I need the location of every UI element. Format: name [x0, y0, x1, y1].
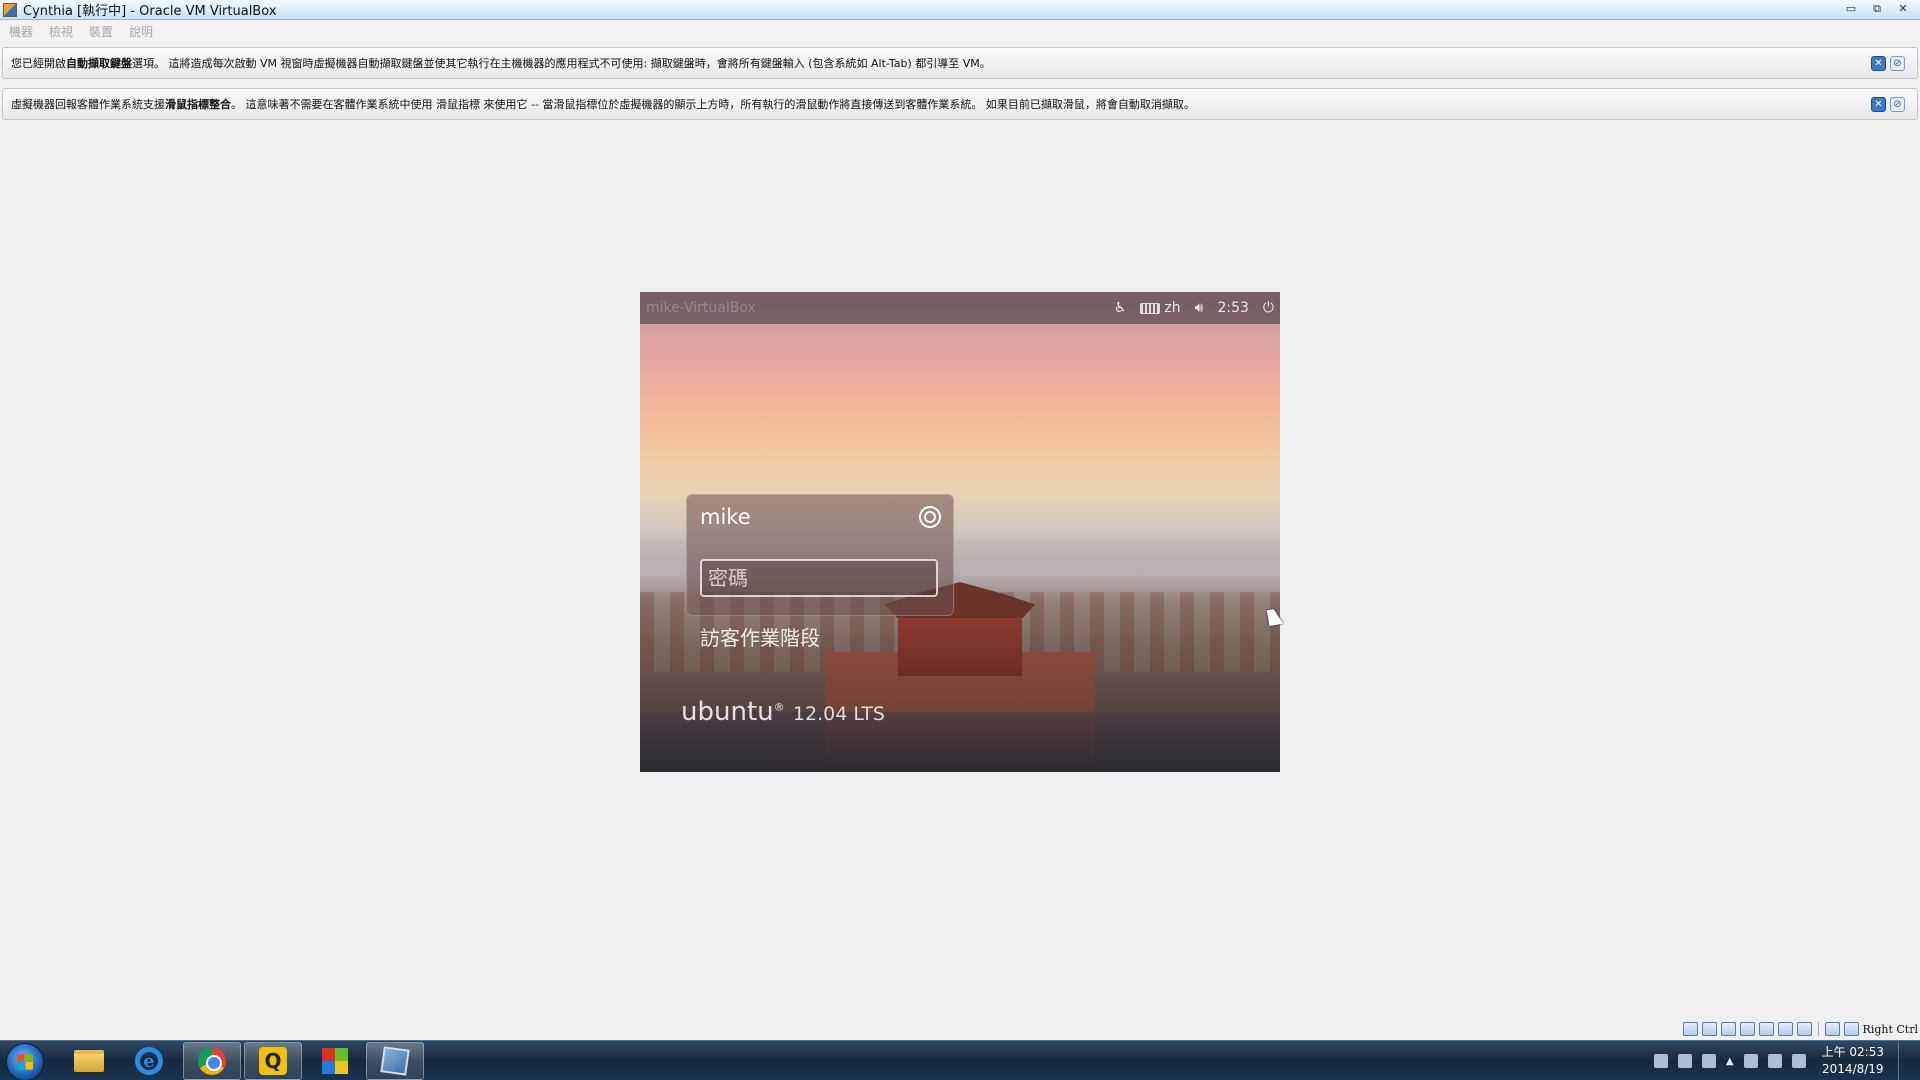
session-gear-icon[interactable] — [919, 506, 941, 528]
internet-explorer-icon: e — [135, 1047, 163, 1075]
notice-text-bold: 自動擷取鍵盤 — [66, 57, 132, 70]
menu-devices[interactable]: 裝置 — [89, 23, 113, 40]
chrome-icon — [198, 1047, 226, 1075]
virtualbox-app-icon — [3, 2, 17, 17]
taskbar-internet-explorer[interactable]: e — [120, 1042, 178, 1080]
tray-network-small-icon[interactable] — [1701, 1054, 1716, 1068]
password-input[interactable] — [700, 559, 938, 597]
close-notice-icon[interactable]: ✕ — [1871, 97, 1886, 112]
close-notice-icon[interactable]: ✕ — [1871, 56, 1886, 71]
menu-view[interactable]: 檢視 — [49, 23, 73, 40]
tray-app-icon[interactable] — [1653, 1054, 1668, 1068]
taskbar-virtualbox[interactable] — [366, 1042, 424, 1080]
start-orb-icon[interactable] — [6, 1043, 44, 1080]
mouse-integration-notice: 虛擬機器回報客體作業系統支援滑鼠指標整合。 這意味著不需要在客體作業系統中使用 … — [2, 88, 1918, 120]
do-not-show-again-icon[interactable]: ⊘ — [1890, 56, 1905, 71]
ubuntu-wordmark: ubuntu — [681, 697, 774, 727]
menu-bar: 機器 檢視 裝置 說明 — [0, 21, 1920, 41]
show-desktop-button[interactable] — [1898, 1042, 1910, 1080]
notice-actions: ✕ ⊘ — [1871, 97, 1905, 112]
hard-disk-icon[interactable] — [1682, 1022, 1698, 1036]
taskbar-office[interactable] — [306, 1042, 364, 1080]
login-box: mike — [686, 494, 954, 616]
network-status-icon[interactable] — [1767, 1054, 1782, 1068]
show-hidden-icons-icon[interactable]: ▲ — [1726, 1056, 1734, 1067]
window-controls: ▭ ⧉ ✕ — [1840, 0, 1914, 17]
speaker-icon[interactable] — [1791, 1054, 1806, 1068]
clock-time: 上午 02:53 — [1821, 1045, 1884, 1059]
host-key-label[interactable]: Right Ctrl — [1863, 1023, 1918, 1036]
restore-button[interactable]: ⧉ — [1866, 0, 1888, 17]
help-icon[interactable] — [1677, 1054, 1692, 1068]
keyboard-icon — [1140, 302, 1161, 314]
vm-indicators: ♿ zh 🔊︎ 2:53 ⏻ — [1114, 292, 1274, 324]
usb-icon[interactable] — [1758, 1022, 1774, 1036]
do-not-show-again-icon[interactable]: ⊘ — [1890, 97, 1905, 112]
registered-mark: ® — [773, 700, 785, 714]
keyboard-capture-icon[interactable] — [1843, 1022, 1859, 1036]
taskbar-explorer[interactable] — [60, 1042, 118, 1080]
notice-text-pre: 虛擬機器回報客體作業系統支援 — [11, 98, 165, 111]
vm-hostname: mike-VirtualBox — [646, 300, 756, 316]
vbox-status-bar: Right Ctrl — [1682, 1019, 1920, 1039]
notice-text-post: 。 這意味著不需要在客體作業系統中使用 滑鼠指標 來使用它 -- 當滑鼠指標位於… — [231, 98, 1195, 111]
taskbar-q-app[interactable]: Q — [244, 1042, 302, 1080]
clock-date: 2014/8/19 — [1822, 1062, 1884, 1076]
taskbar: e Q ▲ 上午 02:53 2014/8/19 — [0, 1040, 1920, 1080]
q-app-icon: Q — [259, 1047, 287, 1075]
vm-top-panel: mike-VirtualBox ♿ zh 🔊︎ 2:53 ⏻ — [640, 292, 1280, 324]
volume-icon[interactable]: 🔊︎ — [1195, 300, 1204, 316]
keyboard-layout-label: zh — [1164, 300, 1181, 316]
status-divider — [1817, 1022, 1819, 1036]
optical-drive-icon[interactable] — [1701, 1022, 1717, 1036]
taskbar-chrome[interactable] — [183, 1042, 241, 1080]
display-icon[interactable] — [1796, 1022, 1812, 1036]
mouse-integration-icon[interactable] — [1824, 1022, 1840, 1036]
window-title: Cynthia [執行中] - Oracle VM VirtualBox — [23, 4, 277, 19]
menu-machine[interactable]: 機器 — [9, 23, 33, 40]
system-tray: ▲ 上午 02:53 2014/8/19 — [1653, 1042, 1910, 1080]
minimize-button[interactable]: ▭ — [1840, 0, 1862, 17]
office-icon — [322, 1048, 348, 1074]
network-icon[interactable] — [1739, 1022, 1755, 1036]
taskbar-clock[interactable]: 上午 02:53 2014/8/19 — [1822, 1044, 1884, 1078]
ubuntu-logo: ubuntu® 12.04 LTS — [681, 697, 885, 727]
folder-icon — [74, 1050, 104, 1072]
keyboard-capture-notice: 您已經開啟自動擷取鍵盤選項。 這將造成每次啟動 VM 視窗時虛擬機器自動擷取鍵盤… — [2, 47, 1918, 79]
notice-text-post: 選項。 這將造成每次啟動 VM 視窗時虛擬機器自動擷取鍵盤並使其它執行在主機機器… — [132, 57, 991, 70]
dropbox-icon[interactable] — [1743, 1054, 1758, 1068]
shared-folders-icon[interactable] — [1777, 1022, 1793, 1036]
notice-text-pre: 您已經開啟 — [11, 57, 66, 70]
vm-display[interactable]: mike-VirtualBox ♿ zh 🔊︎ 2:53 ⏻ mike 訪客作業… — [640, 292, 1280, 772]
audio-icon[interactable] — [1720, 1022, 1736, 1036]
login-username[interactable]: mike — [700, 505, 751, 529]
notice-text: 您已經開啟自動擷取鍵盤選項。 這將造成每次啟動 VM 視窗時虛擬機器自動擷取鍵盤… — [11, 55, 991, 71]
virtualbox-icon — [380, 1046, 410, 1076]
accessibility-icon[interactable]: ♿ — [1114, 300, 1127, 316]
vm-clock[interactable]: 2:53 — [1217, 300, 1248, 316]
close-button[interactable]: ✕ — [1892, 0, 1914, 17]
notice-text: 虛擬機器回報客體作業系統支援滑鼠指標整合。 這意味著不需要在客體作業系統中使用 … — [11, 96, 1195, 112]
palace-hall — [898, 616, 1022, 676]
menu-help[interactable]: 說明 — [129, 23, 153, 40]
mouse-pointer-icon — [1266, 607, 1284, 627]
notice-text-bold: 滑鼠指標整合 — [165, 98, 231, 111]
keyboard-indicator[interactable]: zh — [1140, 300, 1181, 316]
ubuntu-version: 12.04 LTS — [792, 703, 885, 725]
window-titlebar: Cynthia [執行中] - Oracle VM VirtualBox ▭ ⧉… — [0, 0, 1920, 20]
notice-actions: ✕ ⊘ — [1871, 56, 1905, 71]
power-icon[interactable]: ⏻ — [1263, 300, 1274, 316]
guest-session-item[interactable]: 訪客作業階段 — [700, 622, 820, 651]
